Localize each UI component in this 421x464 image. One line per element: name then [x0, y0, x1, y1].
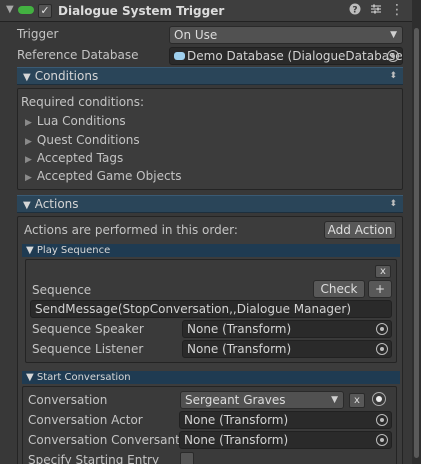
reference-database-label: Reference Database	[17, 48, 139, 62]
object-picker-icon[interactable]	[376, 414, 388, 426]
add-sequence-command-button[interactable]: +	[368, 280, 392, 298]
start-conversation-title: Start Conversation	[36, 372, 131, 383]
conversation-label: Conversation	[28, 393, 108, 407]
condition-item-label: Accepted Tags	[36, 151, 124, 165]
trigger-dropdown[interactable]: On Use ▼	[169, 26, 403, 44]
conversation-picker-icon[interactable]	[372, 392, 386, 406]
script-icon	[18, 6, 34, 14]
condition-item-label: Quest Conditions	[36, 133, 140, 147]
expand-arrow-icon: ▶	[25, 173, 32, 183]
conditions-foldout[interactable]: ▼ Conditions ⬍	[17, 67, 403, 85]
inspector-panel: ▼ ✓ Dialogue System Trigger ? ⋮ Trigger …	[0, 0, 412, 464]
sequence-listener-label: Sequence Listener	[32, 342, 144, 356]
condition-item-label: Accepted Game Objects	[36, 169, 182, 183]
object-picker-icon[interactable]	[376, 323, 388, 335]
help-icon[interactable]: ?	[348, 3, 362, 17]
play-sequence-title: Play Sequence	[36, 245, 111, 256]
check-button[interactable]: Check	[313, 280, 365, 298]
condition-item[interactable]: ▶ Quest Conditions	[25, 133, 140, 147]
condition-item[interactable]: ▶ Accepted Tags	[25, 151, 123, 165]
play-sequence-header[interactable]: ▼ Play Sequence	[22, 244, 400, 257]
database-asset-icon	[174, 52, 185, 60]
start-conversation-header[interactable]: ▼ Start Conversation	[22, 371, 400, 384]
collapse-arrow-icon[interactable]: ▼	[6, 4, 14, 15]
reference-database-value: Demo Database (DialogueDatabase	[187, 49, 403, 63]
component-header[interactable]: ▼ ✓ Dialogue System Trigger ? ⋮	[0, 0, 412, 22]
component-title: Dialogue System Trigger	[58, 4, 225, 18]
expand-arrow-icon: ▼	[26, 245, 34, 256]
conversation-actor-value: None (Transform)	[184, 413, 289, 427]
expand-arrow-icon: ▼	[23, 72, 31, 83]
actions-title: Actions	[34, 197, 79, 211]
reference-database-field[interactable]: Demo Database (DialogueDatabase	[169, 47, 403, 65]
actions-order-label: Actions are performed in this order:	[24, 223, 238, 237]
sequence-label: Sequence	[32, 283, 92, 297]
scrollbar-thumb[interactable]	[414, 28, 419, 458]
conversation-dropdown[interactable]: Sergeant Graves ▼	[180, 391, 344, 409]
object-picker-icon[interactable]	[387, 50, 399, 62]
vertical-scrollbar[interactable]	[412, 0, 421, 464]
conversation-conversant-value: None (Transform)	[184, 433, 289, 447]
remove-play-sequence-button[interactable]: x	[375, 265, 391, 278]
conversation-conversant-field[interactable]: None (Transform)	[179, 431, 392, 449]
actions-foldout[interactable]: ▼ Actions ⬍	[17, 195, 403, 213]
condition-item[interactable]: ▶ Accepted Game Objects	[25, 169, 182, 183]
add-action-button[interactable]: Add Action	[324, 221, 396, 239]
chevron-down-icon: ▼	[390, 30, 397, 40]
svg-text:?: ?	[352, 6, 357, 16]
reorder-icon: ⬍	[389, 199, 397, 209]
conversation-value: Sergeant Graves	[185, 393, 286, 407]
condition-item[interactable]: ▶ Lua Conditions	[25, 114, 126, 128]
required-conditions-label: Required conditions:	[21, 95, 144, 109]
condition-item-label: Lua Conditions	[36, 114, 126, 128]
chevron-down-icon: ▼	[331, 395, 338, 405]
conversation-actor-field[interactable]: None (Transform)	[179, 411, 392, 429]
menu-icon[interactable]: ⋮	[390, 3, 404, 17]
reorder-icon: ⬍	[389, 71, 397, 81]
component-enabled-checkbox[interactable]: ✓	[38, 4, 52, 18]
expand-arrow-icon: ▼	[26, 372, 34, 383]
trigger-value: On Use	[174, 28, 218, 42]
expand-arrow-icon: ▶	[25, 118, 32, 128]
sequence-speaker-label: Sequence Speaker	[32, 322, 144, 336]
conversation-conversant-label: Conversation Conversant	[28, 433, 180, 447]
conversation-actor-label: Conversation Actor	[28, 413, 143, 427]
clear-conversation-button[interactable]: x	[349, 393, 365, 408]
presets-icon[interactable]	[369, 3, 383, 17]
specify-starting-entry-checkbox[interactable]	[180, 452, 194, 464]
object-picker-icon[interactable]	[376, 434, 388, 446]
sequence-listener-field[interactable]: None (Transform)	[182, 340, 392, 358]
specify-starting-entry-label: Specify Starting Entry	[28, 453, 160, 464]
sequence-speaker-value: None (Transform)	[187, 322, 292, 336]
conditions-title: Conditions	[34, 69, 99, 83]
sequence-speaker-field[interactable]: None (Transform)	[182, 320, 392, 338]
expand-arrow-icon: ▼	[23, 200, 31, 211]
trigger-label: Trigger	[17, 27, 59, 41]
sequence-text-field[interactable]: SendMessage(StopConversation,,Dialogue M…	[30, 300, 392, 318]
expand-arrow-icon: ▶	[25, 155, 32, 165]
sequence-listener-value: None (Transform)	[187, 342, 292, 356]
object-picker-icon[interactable]	[376, 343, 388, 355]
expand-arrow-icon: ▶	[25, 137, 32, 147]
